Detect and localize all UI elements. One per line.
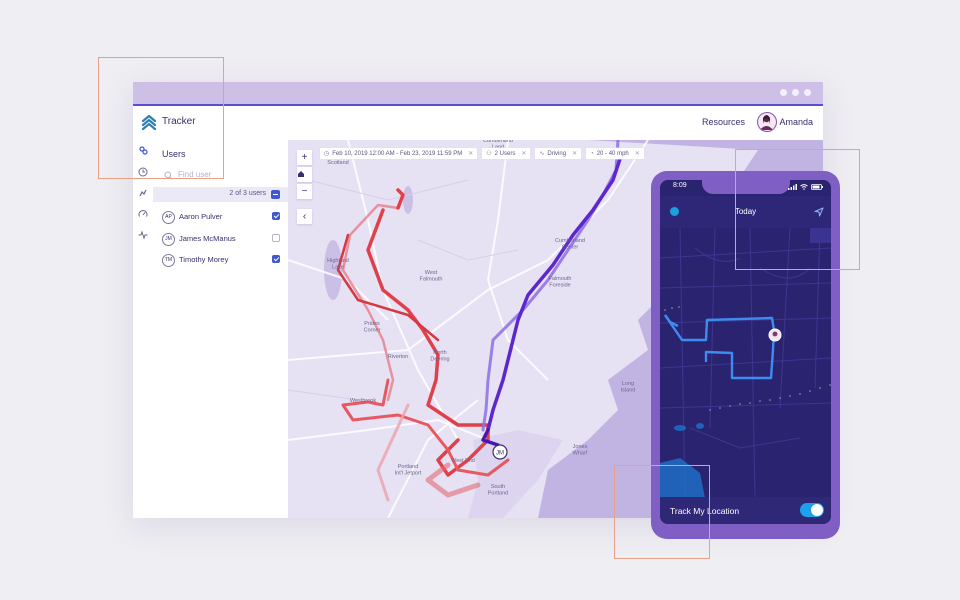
- phone-notch: [701, 180, 790, 194]
- home-button[interactable]: [297, 167, 312, 182]
- close-icon[interactable]: ✕: [635, 150, 640, 157]
- user-initials: AP: [162, 211, 175, 224]
- map-label-westbrook: Westbrook: [350, 398, 376, 404]
- wifi-icon: [800, 184, 808, 190]
- calendar-icon: ◷: [324, 151, 330, 157]
- history-icon[interactable]: [138, 167, 148, 177]
- user-name-label: Timothy Morey: [179, 255, 229, 264]
- user-checkbox[interactable]: [272, 255, 280, 263]
- date-range-filter[interactable]: ◷ Feb 10, 2019 12:00 AM - Feb 23, 2019 1…: [320, 148, 478, 159]
- map-label-portland-jetport: Portland Int'l Jetport: [395, 464, 422, 477]
- user-checkbox[interactable]: [272, 234, 280, 242]
- speedometer-icon[interactable]: [138, 209, 148, 219]
- activity-icon: ∿: [539, 151, 545, 157]
- app-title: Tracker: [162, 116, 196, 127]
- select-all-checkbox[interactable]: [271, 190, 280, 199]
- tracker-logo-icon: [141, 115, 157, 131]
- activity-filter-label: Driving: [547, 150, 567, 157]
- avatar[interactable]: [768, 328, 782, 342]
- map-block: [810, 228, 831, 243]
- app-header: Tracker Resources Amanda: [133, 106, 823, 141]
- search-icon: [164, 171, 173, 180]
- close-icon[interactable]: ✕: [468, 150, 473, 157]
- user-name-label: James McManus: [179, 234, 236, 243]
- track-location-bar: Track My Location: [660, 497, 831, 524]
- users-filter[interactable]: ⚇ 2 Users ✕: [482, 148, 531, 159]
- phone-screen: 8:09 Today Track My Location: [660, 180, 831, 524]
- users-panel-title: Users: [162, 149, 186, 159]
- user-row-timothy-morey[interactable]: TM Timothy Morey: [162, 253, 280, 269]
- speed-filter[interactable]: ◔ 20 - 40 mph ✕: [586, 148, 644, 159]
- user-initials: TM: [162, 254, 175, 267]
- activity-icon[interactable]: [138, 230, 148, 240]
- date-range-label: Feb 10, 2019 12:00 AM - Feb 23, 2019 11:…: [332, 150, 463, 157]
- users-panel: Users 2 of 3 users AP Aaron Pulver JM Ja…: [153, 140, 289, 518]
- signal-icon[interactable]: [138, 188, 148, 198]
- user-name-label: Aaron Pulver: [179, 212, 223, 221]
- window-titlebar: [133, 82, 823, 106]
- lake: [403, 186, 413, 214]
- filter-bar: ◷ Feb 10, 2019 12:00 AM - Feb 23, 2019 1…: [320, 148, 644, 159]
- status-bar: 8:09: [660, 180, 831, 196]
- phone-mockup: 8:09 Today Track My Location: [651, 171, 840, 539]
- phone-header: Today: [660, 196, 831, 228]
- speedometer-icon: ◔: [590, 150, 594, 157]
- navigation-arrow-icon[interactable]: [814, 207, 824, 217]
- search-input[interactable]: [178, 168, 278, 181]
- window-controls[interactable]: [780, 89, 811, 96]
- map-label-falmouth-foreside: Falmouth Foreside: [549, 276, 572, 289]
- avatar[interactable]: [757, 112, 777, 132]
- users-filter-label: 2 Users: [494, 150, 516, 157]
- map-label-south-portland: South Portland: [488, 484, 509, 497]
- status-time: 8:09: [673, 182, 687, 189]
- status-icons: [788, 184, 823, 190]
- user-initials: JM: [162, 233, 175, 246]
- user-row-james-mcmanus[interactable]: JM James McManus: [162, 232, 280, 248]
- user-checkbox[interactable]: [272, 212, 280, 220]
- users-icon[interactable]: [138, 146, 148, 156]
- map-label-prides-corner: Prides Corner: [364, 321, 381, 334]
- user-row-aaron-pulver[interactable]: AP Aaron Pulver: [162, 210, 280, 226]
- user-location-marker[interactable]: JM: [492, 444, 508, 460]
- home-icon: [298, 171, 304, 177]
- map-label-west-end: West End: [451, 458, 475, 464]
- resources-link[interactable]: Resources: [702, 117, 745, 127]
- activity-filter[interactable]: ∿ Driving ✕: [535, 148, 582, 159]
- collapse-panel-button[interactable]: ‹: [297, 209, 312, 224]
- map-label-jones-wharf: Jones Wharf: [573, 444, 588, 457]
- map-label-scotland: Scotland: [327, 160, 348, 166]
- phone-map[interactable]: [660, 228, 831, 498]
- selection-count: 2 of 3 users: [229, 190, 266, 197]
- track-location-toggle[interactable]: [800, 503, 824, 517]
- close-icon[interactable]: ✕: [572, 150, 577, 157]
- close-icon[interactable]: ✕: [521, 150, 526, 157]
- map-label-long-island: Long Island: [621, 381, 636, 394]
- battery-icon: [811, 184, 823, 190]
- track-location-label: Track My Location: [670, 506, 740, 516]
- map-label-riverton: Riverton: [388, 354, 408, 360]
- marker-label: JM: [496, 451, 504, 457]
- speed-filter-label: 20 - 40 mph: [596, 150, 629, 157]
- phone-title: Today: [734, 207, 757, 216]
- signal-icon: [788, 184, 797, 190]
- selection-bar: 2 of 3 users: [153, 187, 288, 202]
- zoom-out-button[interactable]: −: [297, 184, 312, 199]
- user-search: [162, 168, 280, 184]
- zoom-in-button[interactable]: +: [297, 150, 312, 165]
- icon-rail: [133, 140, 154, 518]
- users-icon: ⚇: [486, 151, 492, 157]
- user-name[interactable]: Amanda: [779, 117, 813, 127]
